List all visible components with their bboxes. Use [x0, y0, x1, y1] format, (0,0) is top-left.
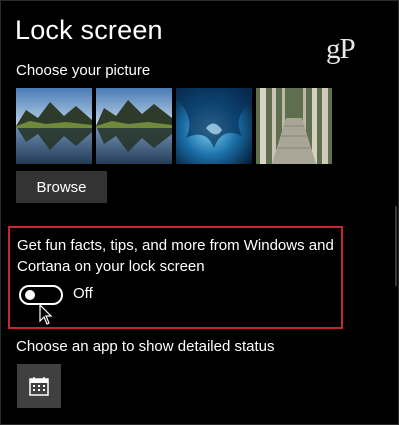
fun-facts-highlight-box: Get fun facts, tips, and more from Windo…: [8, 226, 343, 329]
fun-facts-description: Get fun facts, tips, and more from Windo…: [17, 237, 334, 275]
detailed-status-app-button[interactable]: [17, 364, 61, 408]
watermark-logo: gP: [326, 33, 356, 65]
mountain-lake-image: [16, 88, 92, 164]
mountain-lake-image: [96, 88, 172, 164]
toggle-knob: [25, 290, 35, 300]
mouse-pointer-icon: [39, 304, 53, 325]
thumbnail-4[interactable]: [256, 88, 332, 164]
thumbnail-2[interactable]: [96, 88, 172, 164]
browse-button[interactable]: Browse: [16, 171, 107, 203]
detailed-status-heading: Choose an app to show detailed status: [16, 338, 275, 355]
scrollbar[interactable]: [395, 206, 397, 286]
fun-facts-toggle[interactable]: [19, 285, 63, 305]
ice-cave-image: [176, 88, 252, 164]
choose-picture-heading: Choose your picture: [16, 62, 151, 79]
thumbnail-3[interactable]: [176, 88, 252, 164]
page-title: Lock screen: [15, 15, 163, 45]
calendar-icon: [29, 377, 49, 396]
toggle-state-label: Off: [73, 285, 93, 302]
forest-boardwalk-image: [256, 88, 332, 164]
thumbnail-1[interactable]: [16, 88, 92, 164]
window-frame: Lock screen gP Choose your picture Brows…: [0, 0, 399, 425]
